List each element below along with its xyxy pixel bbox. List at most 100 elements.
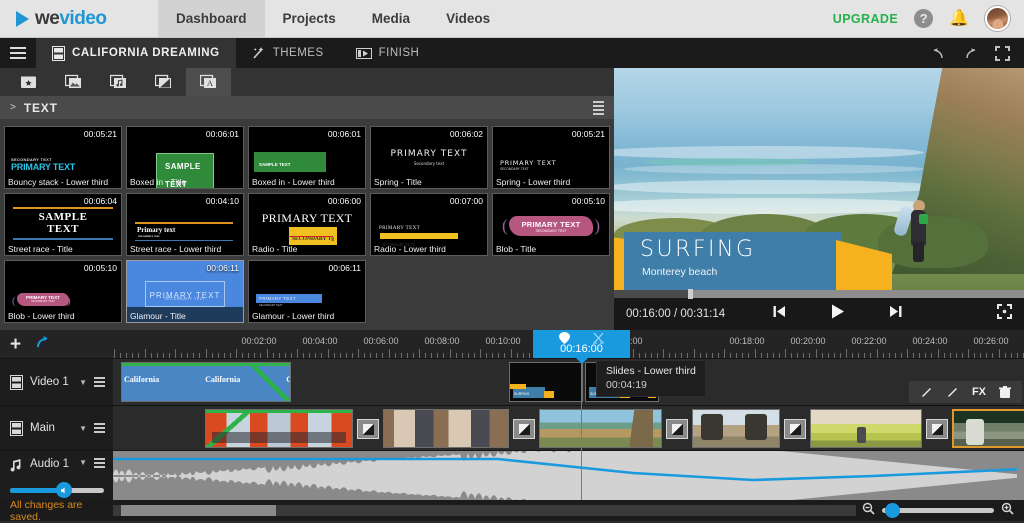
skip-previous-button[interactable] — [772, 304, 787, 324]
tab-audio[interactable] — [96, 68, 141, 96]
audio-track-icon — [10, 459, 21, 472]
transition-marker[interactable] — [926, 419, 948, 439]
zoom-slider[interactable] — [882, 503, 994, 518]
chevron-down-icon[interactable]: ▼ — [79, 378, 87, 387]
upgrade-button[interactable]: UPGRADE — [833, 12, 898, 26]
template-card-selected[interactable]: PRIMARY TEXT SECONDARY TEXT 00:06:11 Gla… — [126, 260, 244, 323]
transition-marker[interactable] — [666, 419, 688, 439]
hamburger-menu-icon[interactable] — [0, 38, 36, 68]
timeline-clip-car-2[interactable] — [383, 409, 509, 448]
trim-start-icon[interactable] — [920, 386, 933, 399]
timeline-vertical-scrollbar[interactable] — [1017, 458, 1024, 498]
preview-stage[interactable]: SURFING Monterey beach — [614, 68, 1024, 290]
transition-marker[interactable] — [513, 419, 535, 439]
undo-icon[interactable] — [931, 46, 946, 61]
template-card[interactable]: Primary text Secondary text 00:04:10 Str… — [126, 193, 244, 256]
tab-transitions[interactable] — [141, 68, 186, 96]
preview-scrubber[interactable] — [614, 289, 1024, 299]
fullscreen-icon[interactable] — [995, 45, 1010, 61]
timeline-clip-selected[interactable] — [952, 409, 1024, 448]
playhead-flag[interactable]: 00:16:00 — [533, 330, 630, 358]
delete-clip-button[interactable] — [999, 385, 1011, 399]
ruler-tick — [986, 353, 988, 358]
transition-marker[interactable] — [784, 419, 806, 439]
expand-chevron-icon[interactable]: > — [10, 102, 16, 113]
track-menu-icon[interactable] — [94, 423, 105, 433]
redo-icon[interactable] — [963, 46, 978, 61]
ruler-tick — [913, 353, 915, 358]
zoom-slider-knob[interactable] — [885, 503, 900, 518]
track-header-video-1[interactable]: Video 1 ▼ — [0, 359, 113, 405]
nav-item-videos[interactable]: Videos — [428, 0, 508, 37]
undo-timeline-button[interactable] — [34, 334, 51, 354]
ruler-tick — [132, 353, 134, 358]
nav-item-projects[interactable]: Projects — [265, 0, 354, 37]
template-duration: 00:05:21 — [83, 129, 117, 139]
project-tab-themes[interactable]: THEMES — [236, 38, 340, 68]
list-view-icon[interactable] — [593, 100, 604, 115]
nav-item-media[interactable]: Media — [354, 0, 428, 37]
help-icon[interactable]: ? — [914, 9, 934, 28]
track-header-audio-1[interactable]: Audio 1 ▼ — [0, 451, 113, 500]
play-button[interactable] — [829, 303, 846, 325]
ruler-tick — [809, 353, 811, 358]
zoom-out-icon[interactable] — [862, 502, 875, 520]
volume-slider[interactable] — [10, 482, 104, 498]
template-card[interactable]: PRIMARY TEXT SECONDARY TEXT 00:07:00 Rad… — [370, 193, 488, 256]
track-menu-icon[interactable] — [94, 377, 105, 387]
ruler-label: 00:06:00 — [363, 336, 399, 346]
transition-marker[interactable] — [357, 419, 379, 439]
timeline-clip-california[interactable]: California California California — [121, 362, 291, 402]
template-card[interactable]: SAMPLE TEXT 00:06:01 Boxed in - Title — [126, 126, 244, 189]
marker-pin-icon[interactable] — [558, 332, 570, 344]
ruler-tick — [785, 349, 786, 358]
timeline-clip-coast[interactable] — [539, 409, 662, 448]
ruler-tick — [724, 349, 725, 358]
template-card[interactable]: PRIMARY TEXT SECONDARY TEXT 00:06:11 Gla… — [248, 260, 366, 323]
template-card[interactable]: PRIMARY TEXT SECONDARY TEXT 00:05:21 Spr… — [492, 126, 610, 189]
template-card[interactable]: PRIMARY TEXT SECONDARY TEXT ( ) 00:05:10… — [492, 193, 610, 256]
timeline-horizontal-scrollbar[interactable] — [113, 505, 856, 516]
track-body-main[interactable]: FX — [113, 381, 1024, 450]
tab-text[interactable]: A — [186, 68, 231, 96]
template-card[interactable]: SAMPLE TEXT 00:06:04 Street race - Title — [4, 193, 122, 256]
template-card[interactable]: PRIMARY TEXT SECONDARY Tg 00:06:00 Radio… — [248, 193, 366, 256]
undo-arrow-icon — [37, 336, 48, 348]
expand-preview-icon[interactable] — [996, 304, 1012, 324]
zoom-in-icon[interactable] — [1001, 502, 1014, 520]
tab-images[interactable] — [51, 68, 96, 96]
tab-my-media[interactable] — [6, 68, 51, 96]
template-card[interactable]: PRIMARY TEXT SECONDARY TEXT ( ) 00:05:10… — [4, 260, 122, 323]
volume-knob[interactable] — [56, 482, 72, 498]
timeline-playhead[interactable]: 00:16:00 — [533, 330, 630, 500]
template-card[interactable]: SAMPLE TEXT 00:06:01 Boxed in - Lower th… — [248, 126, 366, 189]
notifications-bell-icon[interactable]: 🔔 — [949, 10, 969, 27]
skip-next-button[interactable] — [888, 304, 903, 324]
trim-end-icon[interactable] — [946, 386, 959, 399]
project-tab-editor[interactable]: CALIFORNIA DREAMING — [36, 38, 236, 68]
fx-button[interactable]: FX — [972, 386, 986, 398]
timeline-clip-flowers[interactable] — [810, 409, 922, 448]
track-menu-icon[interactable] — [94, 458, 105, 468]
ruler-tick — [480, 349, 481, 358]
add-media-button[interactable]: + — [10, 335, 21, 354]
project-tab-finish[interactable]: FINISH — [340, 38, 436, 68]
user-avatar[interactable] — [985, 6, 1010, 31]
timeline-clip-slides-a[interactable]: SURFING — [509, 362, 583, 402]
template-primary-text: PRIMARY TEXT — [500, 159, 557, 167]
track-body-video-1[interactable]: California California California SURFING… — [113, 359, 1024, 405]
track-header-main[interactable]: Main ▼ — [0, 406, 113, 450]
chevron-down-icon[interactable]: ▼ — [79, 424, 87, 433]
timeline-clip-horse[interactable] — [692, 409, 780, 448]
media-library-panel: A > TEXT SECONDARY TEXT PRIMARY TEXT 00:… — [0, 68, 614, 330]
nav-item-dashboard[interactable]: Dashboard — [158, 0, 265, 37]
ruler-tick — [778, 353, 780, 358]
chevron-down-icon[interactable]: ▼ — [79, 458, 87, 467]
template-card[interactable]: SECONDARY TEXT PRIMARY TEXT 00:05:21 Bou… — [4, 126, 122, 189]
track-body-audio-1[interactable] — [113, 440, 1024, 512]
scrollbar-thumb[interactable] — [121, 505, 276, 516]
template-card[interactable]: PRIMARY TEXT Secondary text 00:06:02 Spr… — [370, 126, 488, 189]
timeline-clip-car-1[interactable] — [205, 409, 353, 448]
wevideo-logo[interactable]: wevideo — [0, 0, 158, 37]
scissors-icon[interactable] — [593, 332, 604, 344]
